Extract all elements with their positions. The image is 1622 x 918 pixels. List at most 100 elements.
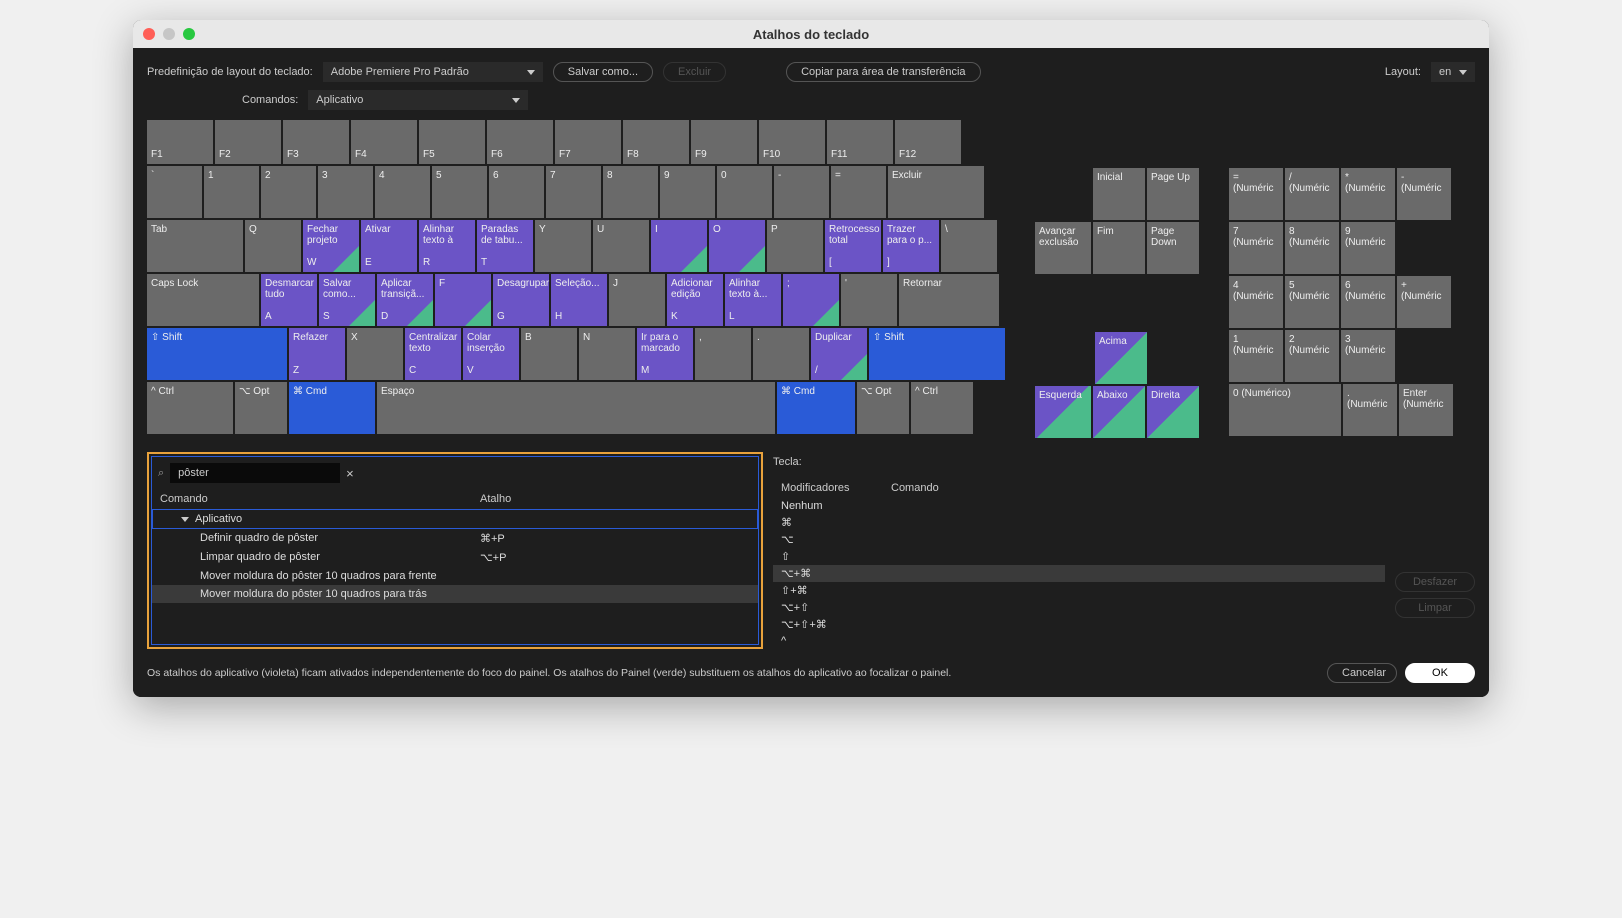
key-F[interactable]: F bbox=[435, 274, 491, 326]
numpad-key[interactable]: 1 (Numéric bbox=[1229, 330, 1283, 382]
close-icon[interactable] bbox=[143, 28, 155, 40]
preset-select[interactable]: Adobe Premiere Pro Padrão bbox=[323, 62, 543, 82]
modifier-row[interactable]: ⌘ bbox=[773, 514, 1385, 531]
key-f8[interactable]: F8 bbox=[623, 120, 689, 164]
key-Caps Lock[interactable]: Caps Lock bbox=[147, 274, 259, 326]
key-M[interactable]: Ir para o marcadoM bbox=[637, 328, 693, 380]
key-P[interactable]: P bbox=[767, 220, 823, 272]
numpad-key[interactable]: / (Numéric bbox=[1285, 168, 1339, 220]
commands-select[interactable]: Aplicativo bbox=[308, 90, 528, 110]
key-X[interactable]: X bbox=[347, 328, 403, 380]
modifier-row[interactable]: ⇧+⌘ bbox=[773, 582, 1385, 599]
modifier-row[interactable]: Nenhum bbox=[773, 498, 1385, 514]
cancel-button[interactable]: Cancelar bbox=[1327, 663, 1397, 683]
command-row[interactable]: Mover moldura do pôster 10 quadros para … bbox=[152, 567, 758, 585]
key-B[interactable]: B bbox=[521, 328, 577, 380]
key-f5[interactable]: F5 bbox=[419, 120, 485, 164]
key-U[interactable]: U bbox=[593, 220, 649, 272]
key-7[interactable]: 7 bbox=[546, 166, 601, 218]
key-W[interactable]: Fechar projetoW bbox=[303, 220, 359, 272]
key-S[interactable]: Salvar como...S bbox=[319, 274, 375, 326]
numpad-key[interactable]: 5 (Numéric bbox=[1285, 276, 1339, 328]
key-=[interactable]: = bbox=[831, 166, 886, 218]
key-2[interactable]: 2 bbox=[261, 166, 316, 218]
numpad-key[interactable]: - (Numéric bbox=[1397, 168, 1451, 220]
key-V[interactable]: Colar inserçãoV bbox=[463, 328, 519, 380]
key-D[interactable]: Aplicar transiçã...D bbox=[377, 274, 433, 326]
key-9[interactable]: 9 bbox=[660, 166, 715, 218]
minimize-icon[interactable] bbox=[163, 28, 175, 40]
copy-clipboard-button[interactable]: Copiar para área de transferência bbox=[786, 62, 980, 82]
maximize-icon[interactable] bbox=[183, 28, 195, 40]
key-arrow-right[interactable]: Direita bbox=[1147, 386, 1199, 438]
numpad-key[interactable]: 8 (Numéric bbox=[1285, 222, 1339, 274]
key-Retornar[interactable]: Retornar bbox=[899, 274, 999, 326]
key-f10[interactable]: F10 bbox=[759, 120, 825, 164]
key-R[interactable]: Alinhar texto àR bbox=[419, 220, 475, 272]
key-/[interactable]: Duplicar/ bbox=[811, 328, 867, 380]
clear-search-button[interactable]: × bbox=[346, 466, 354, 481]
key-'[interactable]: ' bbox=[841, 274, 897, 326]
key--[interactable]: - bbox=[774, 166, 829, 218]
key-G[interactable]: DesagruparG bbox=[493, 274, 549, 326]
key-f1[interactable]: F1 bbox=[147, 120, 213, 164]
command-group-row[interactable]: Aplicativo bbox=[152, 509, 758, 529]
key-end[interactable]: Fim bbox=[1093, 222, 1145, 274]
numpad-key[interactable]: Enter (Numéric bbox=[1399, 384, 1453, 436]
numpad-key[interactable]: 7 (Numéric bbox=[1229, 222, 1283, 274]
key-J[interactable]: J bbox=[609, 274, 665, 326]
command-row[interactable]: Mover moldura do pôster 10 quadros para … bbox=[152, 585, 758, 603]
ok-button[interactable]: OK bbox=[1405, 663, 1475, 683]
key-N[interactable]: N bbox=[579, 328, 635, 380]
key-⇧ Shift[interactable]: ⇧ Shift bbox=[869, 328, 1005, 380]
numpad-key[interactable]: = (Numéric bbox=[1229, 168, 1283, 220]
key-home[interactable]: Inicial bbox=[1093, 168, 1145, 220]
key-⌘ Cmd[interactable]: ⌘ Cmd bbox=[289, 382, 375, 434]
save-as-button[interactable]: Salvar como... bbox=[553, 62, 653, 82]
key-K[interactable]: Adicionar ediçãoK bbox=[667, 274, 723, 326]
search-input[interactable] bbox=[170, 463, 340, 483]
key-f4[interactable]: F4 bbox=[351, 120, 417, 164]
key-8[interactable]: 8 bbox=[603, 166, 658, 218]
key-⌘ Cmd[interactable]: ⌘ Cmd bbox=[777, 382, 855, 434]
numpad-key[interactable]: 9 (Numéric bbox=[1341, 222, 1395, 274]
key-⌥ Opt[interactable]: ⌥ Opt bbox=[235, 382, 287, 434]
key-O[interactable]: O bbox=[709, 220, 765, 272]
key-Y[interactable]: Y bbox=[535, 220, 591, 272]
modifier-row[interactable]: ⇧ bbox=[773, 548, 1385, 565]
numpad-key[interactable]: 3 (Numéric bbox=[1341, 330, 1395, 382]
key-`[interactable]: ` bbox=[147, 166, 202, 218]
key-pagedown[interactable]: Page Down bbox=[1147, 222, 1199, 274]
key-Z[interactable]: RefazerZ bbox=[289, 328, 345, 380]
key-Excluir[interactable]: Excluir bbox=[888, 166, 984, 218]
key-0[interactable]: 0 bbox=[717, 166, 772, 218]
key-f7[interactable]: F7 bbox=[555, 120, 621, 164]
key-[[interactable]: Retrocesso total[ bbox=[825, 220, 881, 272]
key-\[interactable]: \ bbox=[941, 220, 997, 272]
key-fwd-delete[interactable]: Avançar exclusão bbox=[1035, 222, 1091, 274]
key-f6[interactable]: F6 bbox=[487, 120, 553, 164]
key-H[interactable]: Seleção...H bbox=[551, 274, 607, 326]
key-f3[interactable]: F3 bbox=[283, 120, 349, 164]
key-⌥ Opt[interactable]: ⌥ Opt bbox=[857, 382, 909, 434]
numpad-key[interactable]: + (Numéric bbox=[1397, 276, 1451, 328]
key-3[interactable]: 3 bbox=[318, 166, 373, 218]
key-^ Ctrl[interactable]: ^ Ctrl bbox=[147, 382, 233, 434]
key-,[interactable]: , bbox=[695, 328, 751, 380]
key-5[interactable]: 5 bbox=[432, 166, 487, 218]
numpad-key[interactable]: 4 (Numéric bbox=[1229, 276, 1283, 328]
key-Q[interactable]: Q bbox=[245, 220, 301, 272]
numpad-key[interactable]: * (Numéric bbox=[1341, 168, 1395, 220]
key-4[interactable]: 4 bbox=[375, 166, 430, 218]
key-Tab[interactable]: Tab bbox=[147, 220, 243, 272]
key-arrow-down[interactable]: Abaixo bbox=[1093, 386, 1145, 438]
modifier-row[interactable]: ⌥+⇧ bbox=[773, 599, 1385, 616]
key-1[interactable]: 1 bbox=[204, 166, 259, 218]
numpad-key[interactable]: . (Numéric bbox=[1343, 384, 1397, 436]
modifier-row[interactable]: ⌥+⌘ bbox=[773, 565, 1385, 582]
key-⇧ Shift[interactable]: ⇧ Shift bbox=[147, 328, 287, 380]
modifier-row[interactable]: ⌥+⇧+⌘ bbox=[773, 616, 1385, 633]
command-row[interactable]: Limpar quadro de pôster⌥+P bbox=[152, 548, 758, 567]
key-E[interactable]: AtivarE bbox=[361, 220, 417, 272]
key-arrow-up[interactable]: Acima bbox=[1095, 332, 1147, 384]
